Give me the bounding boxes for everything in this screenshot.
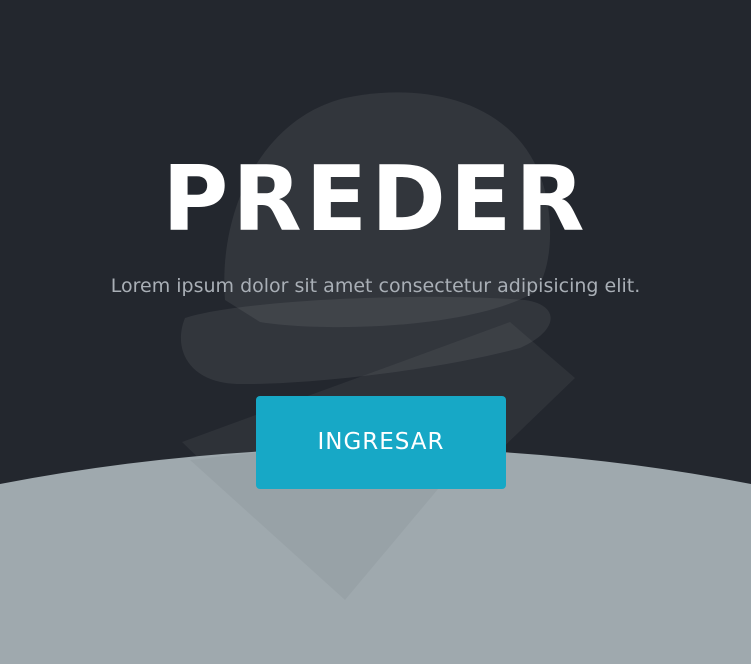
- hero-section: PREDER Lorem ipsum dolor sit amet consec…: [0, 0, 751, 664]
- hero-background: [0, 92, 751, 664]
- ingresar-button[interactable]: INGRESAR: [256, 396, 506, 489]
- hero-title: PREDER: [162, 147, 589, 252]
- hero-subtitle: Lorem ipsum dolor sit amet consectetur a…: [110, 275, 641, 297]
